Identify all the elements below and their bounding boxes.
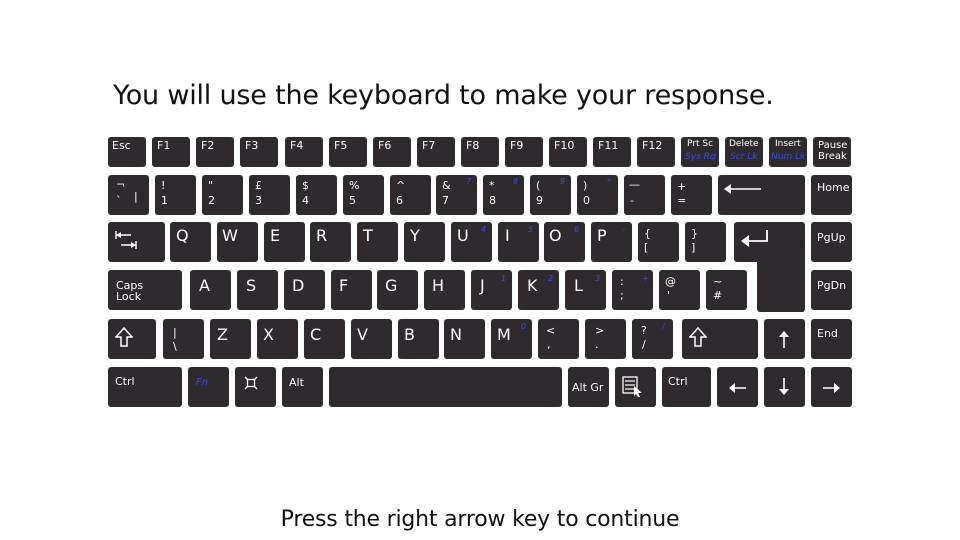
key-u: U 4 (451, 222, 492, 262)
key-b: B (398, 319, 439, 359)
key-i: I 5 (498, 222, 539, 262)
key-arrow-left (717, 367, 758, 407)
key-l: L 3 (565, 270, 606, 310)
key-f3: F3 (240, 137, 278, 167)
key-menu (615, 367, 656, 407)
key-ctrl-left: Ctrl (108, 367, 182, 407)
key-f11: F11 (593, 137, 631, 167)
key-fn: Fn (188, 367, 229, 407)
key-h: H (424, 270, 465, 310)
context-menu-icon (622, 376, 642, 397)
key-0: ) 0 * (577, 175, 618, 215)
key-arrow-up (764, 319, 805, 359)
key-prtsc: Prt Sc Sys Rq (681, 137, 719, 167)
key-3: £ 3 (249, 175, 290, 215)
key-pause: Pause Break (813, 137, 851, 167)
key-f12: F12 (637, 137, 675, 167)
key-7: & 7 7 (436, 175, 477, 215)
key-f: F (331, 270, 372, 310)
key-hash: ~ # (706, 270, 747, 310)
key-f5: F5 (329, 137, 367, 167)
key-m: M 0 (491, 319, 532, 359)
key-f10: F10 (549, 137, 587, 167)
key-f1: F1 (152, 137, 190, 167)
key-f7: F7 (417, 137, 455, 167)
key-slash: ? / / (632, 319, 673, 359)
key-altgr: Alt Gr (568, 367, 609, 407)
up-arrow-icon (779, 331, 789, 348)
key-5: % 5 (343, 175, 384, 215)
key-8: * 8 8 (483, 175, 524, 215)
shift-outline-arrow-icon (689, 327, 707, 347)
key-2: " 2 (202, 175, 243, 215)
key-home: Home (811, 175, 852, 215)
key-backspace (718, 175, 805, 215)
key-6: ^ 6 (390, 175, 431, 215)
key-delete: Delete Scr Lk (725, 137, 763, 167)
key-z: Z (210, 319, 251, 359)
left-arrow-icon (729, 383, 746, 393)
key-f2: F2 (196, 137, 234, 167)
key-4: $ 4 (296, 175, 337, 215)
down-arrow-icon (779, 378, 789, 395)
tab-arrows-icon (115, 231, 137, 249)
key-semicolon: : ; + (612, 270, 653, 310)
key-insert: Insert Num Lk (769, 137, 807, 167)
key-t: T (357, 222, 398, 262)
key-capslock: Caps Lock (108, 270, 182, 310)
key-q: Q (170, 222, 211, 262)
key-esc: Esc (108, 137, 146, 167)
key-super (235, 367, 276, 407)
key-9: ( 9 9 (530, 175, 571, 215)
key-v: V (351, 319, 392, 359)
key-f8: F8 (461, 137, 499, 167)
key-backslash: | \ (163, 319, 204, 359)
command-loop-icon (244, 376, 258, 390)
keyboard-diagram: Esc F1 F2 F3 F4 F5 F6 F7 F8 F9 F10 F11 F… (0, 0, 960, 540)
key-y: Y (404, 222, 445, 262)
key-f4: F4 (285, 137, 323, 167)
key-1: ! 1 (155, 175, 196, 215)
key-p: P - (591, 222, 632, 262)
key-d: D (284, 270, 325, 310)
key-comma: < , (538, 319, 579, 359)
key-ctrl-right: Ctrl (662, 367, 711, 407)
key-s: S (237, 270, 278, 310)
key-equals: + = (671, 175, 712, 215)
key-a: A (190, 270, 231, 310)
key-o: O 6 (544, 222, 585, 262)
key-rbrace: } ] (685, 222, 726, 262)
key-r: R (310, 222, 351, 262)
key-j: J 1 (471, 270, 512, 310)
key-space (329, 367, 562, 407)
left-long-arrow-icon (724, 184, 761, 194)
key-e: E (264, 222, 305, 262)
shift-outline-arrow-icon (115, 327, 133, 347)
key-shift-left (108, 319, 156, 359)
key-w: W (217, 222, 258, 262)
right-arrow-icon (823, 383, 840, 393)
key-period: > . (585, 319, 626, 359)
key-tab (108, 222, 165, 262)
key-g: G (377, 270, 418, 310)
key-quote: @ ' (659, 270, 700, 310)
key-minus: — - (624, 175, 665, 215)
key-f6: F6 (373, 137, 411, 167)
key-c: C (304, 319, 345, 359)
key-lbrace: { [ (638, 222, 679, 262)
key-x: X (257, 319, 298, 359)
key-pgdn: PgDn (811, 270, 852, 310)
key-pgup: PgUp (811, 222, 852, 262)
key-alt: Alt (282, 367, 323, 407)
key-f9: F9 (505, 137, 543, 167)
key-arrow-down (764, 367, 805, 407)
key-k: K 2 (518, 270, 559, 310)
key-n: N (444, 319, 485, 359)
key-end: End (811, 319, 852, 359)
key-shift-right (682, 319, 758, 359)
key-grave: ¬ ` | (108, 175, 149, 215)
key-arrow-right (811, 367, 852, 407)
continue-prompt: Press the right arrow key to continue (280, 507, 680, 532)
return-arrow-icon (741, 230, 768, 247)
